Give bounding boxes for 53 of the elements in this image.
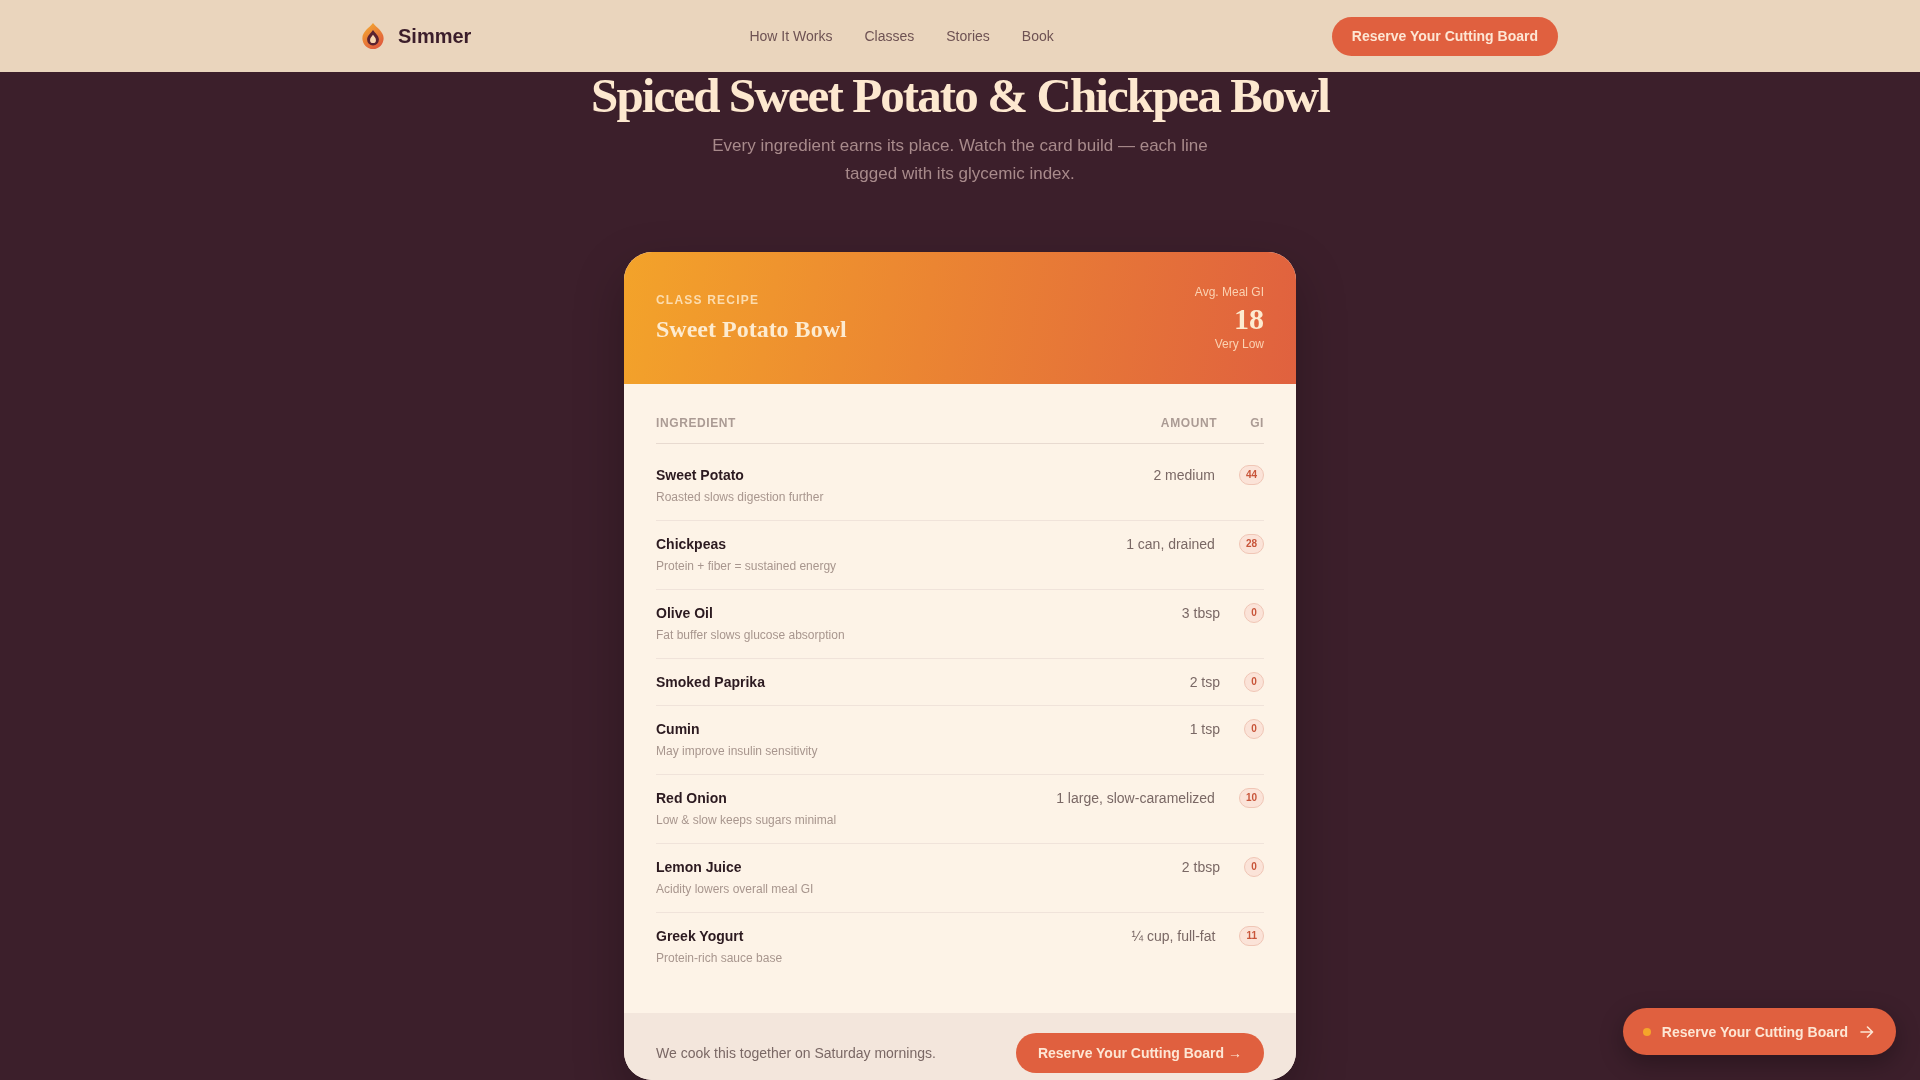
nav-link[interactable]: Classes [864, 27, 915, 45]
ingredient-note: Protein + fiber = sustained energy [656, 558, 837, 575]
avg-gi-rating: Very Low [1214, 336, 1264, 352]
gi-badge: 28 [1238, 534, 1264, 554]
ingredient-name: Greek Yogurt [656, 927, 744, 945]
floating-reserve-button[interactable]: Reserve Your Cutting Board [1622, 1008, 1896, 1055]
dot-icon [1642, 1027, 1651, 1036]
ingredient-note: Low & slow keeps sugars minimal [656, 812, 837, 829]
page-title: Spiced Sweet Potato & Chickpea Bowl [591, 72, 1329, 120]
ingredient-amount: 3 tbsp [1181, 604, 1220, 622]
gi-badge: 11 [1239, 926, 1264, 946]
ingredient-amount: 2 tbsp [1181, 858, 1220, 876]
flame-logo-icon [362, 23, 384, 49]
gi-badge: 44 [1238, 465, 1264, 485]
ingredient-name: Sweet Potato [656, 466, 744, 484]
page-subtitle: Every ingredient earns its place. Watch the card build — each line tagged with its glycemic index. [711, 135, 1209, 185]
gi-badge: 0 [1244, 603, 1264, 623]
ingredient-name: Red Onion [656, 789, 727, 807]
ingredient-amount: ¼ cup, full-fat [1131, 927, 1216, 945]
nav-link[interactable]: Stories [946, 27, 990, 45]
ingredient-amount: 1 large, slow-caramelized [1056, 789, 1215, 807]
ingredient-amount: 1 can, drained [1126, 535, 1215, 553]
eyebrow-label: CLASS RECIPE [656, 292, 761, 308]
column-header: GI [1250, 416, 1264, 431]
recipe-title: Sweet Potato Bowl [656, 314, 847, 344]
avg-gi-value: 18 [1234, 301, 1264, 335]
nav-link[interactable]: How It Works [749, 27, 833, 45]
ingredient-name: Cumin [656, 720, 700, 738]
column-header: AMOUNT [1160, 416, 1218, 431]
reserve-button[interactable]: Reserve Your Cutting Board [1331, 16, 1558, 56]
ingredient-amount: 2 medium [1153, 466, 1215, 484]
avg-gi-label: Avg. Meal GI [1194, 284, 1264, 300]
gi-badge: 0 [1244, 672, 1264, 692]
nav-link[interactable]: Book [1021, 27, 1054, 45]
column-header: INGREDIENT [656, 416, 736, 431]
footer-text: We cook this together on Saturday mornings. [656, 1044, 936, 1062]
ingredient-name: Olive Oil [656, 604, 713, 622]
ingredient-note: Fat buffer slows glucose absorption [656, 627, 845, 644]
ingredient-note: Protein-rich sauce base [656, 950, 783, 967]
brand-name: Simmer [398, 24, 472, 48]
ingredient-amount: 2 tsp [1189, 673, 1220, 691]
ingredient-name: Lemon Juice [656, 858, 742, 876]
ingredient-amount: 1 tsp [1189, 720, 1220, 738]
gi-badge: 0 [1244, 857, 1264, 877]
ingredient-note: May improve insulin sensitivity [656, 743, 818, 760]
ingredient-name: Chickpeas [656, 535, 727, 553]
gi-badge: 0 [1244, 719, 1264, 739]
ingredient-note: Acidity lowers overall meal GI [656, 881, 814, 898]
ingredient-note: Roasted slows digestion further [656, 489, 824, 506]
ingredient-name: Smoked Paprika [656, 673, 765, 691]
gi-badge: 10 [1238, 788, 1264, 808]
arrow-right-icon [1860, 1025, 1874, 1038]
reserve-button[interactable]: Reserve Your Cutting Board → [1015, 1033, 1264, 1073]
